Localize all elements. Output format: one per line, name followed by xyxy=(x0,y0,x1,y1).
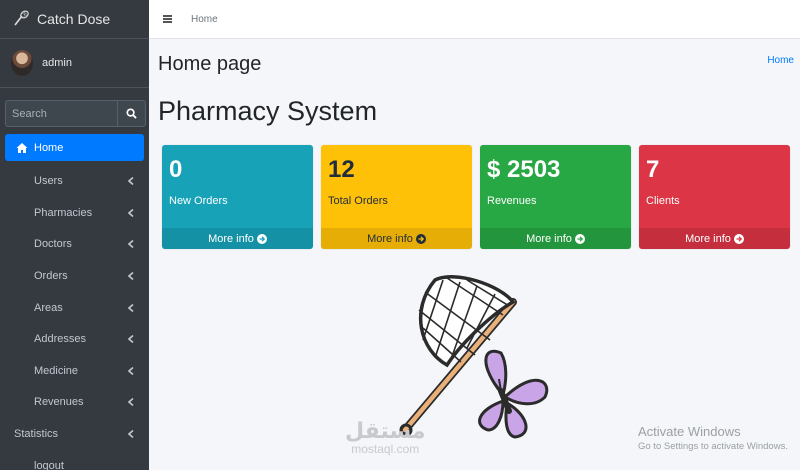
sidebar-item-label: logout xyxy=(34,459,64,470)
sidebar: Catch Dose admin Home Users Pharmacies xyxy=(0,0,149,470)
stat-value: $ 2503 xyxy=(487,156,561,183)
breadcrumb[interactable]: Home xyxy=(767,55,794,66)
user-panel[interactable]: admin xyxy=(0,39,149,88)
arrow-circle-right-icon xyxy=(256,233,267,244)
brand[interactable]: Catch Dose xyxy=(0,0,149,39)
more-info-link[interactable]: More info xyxy=(321,228,472,249)
sidebar-item-home[interactable]: Home xyxy=(5,134,144,161)
chevron-left-icon xyxy=(128,177,134,186)
sidebar-item-label: Statistics xyxy=(14,428,59,441)
sidebar-item-label: Orders xyxy=(34,270,68,283)
stat-value: 0 xyxy=(169,156,183,183)
sidebar-item-areas[interactable]: Areas xyxy=(5,292,144,324)
stat-box-total-orders: 12 Total Orders More info xyxy=(321,145,472,249)
stat-label: New Orders xyxy=(169,195,228,207)
chevron-left-icon xyxy=(128,240,134,249)
more-info-label: More info xyxy=(526,232,572,245)
more-info-label: More info xyxy=(367,232,413,245)
sidebar-item-logout[interactable]: logout xyxy=(5,450,144,470)
sidebar-item-orders[interactable]: Orders xyxy=(5,260,144,292)
brand-logo-icon xyxy=(14,10,29,26)
more-info-link[interactable]: More info xyxy=(639,228,790,249)
user-name: admin xyxy=(42,57,72,69)
sidebar-item-revenues[interactable]: Revenues xyxy=(5,387,144,419)
watermark-latin: mostaql.com xyxy=(351,442,420,456)
more-info-link[interactable]: More info xyxy=(480,228,631,249)
chevron-left-icon xyxy=(128,303,134,312)
sidebar-item-label: Revenues xyxy=(34,396,84,409)
sidebar-nav: Home Users Pharmacies Doctors Orders Are… xyxy=(5,134,144,470)
sidebar-item-label: Pharmacies xyxy=(34,206,93,219)
chevron-left-icon xyxy=(128,430,134,439)
sidebar-item-label: Home xyxy=(34,141,64,154)
stat-label: Revenues xyxy=(487,195,537,207)
stat-box-revenues: $ 2503 Revenues More info xyxy=(480,145,631,249)
stat-value: 12 xyxy=(328,156,355,183)
hamburger-icon[interactable] xyxy=(163,15,172,23)
sidebar-item-label: Areas xyxy=(34,301,63,314)
chevron-left-icon xyxy=(128,272,134,281)
home-icon xyxy=(16,142,28,153)
chevron-left-icon xyxy=(128,366,134,375)
more-info-label: More info xyxy=(208,232,254,245)
arrow-circle-right-icon xyxy=(574,233,585,244)
sidebar-item-label: Medicine xyxy=(34,364,79,377)
brand-name: Catch Dose xyxy=(37,11,111,27)
stat-box-new-orders: 0 New Orders More info xyxy=(162,145,313,249)
sidebar-item-label: Doctors xyxy=(34,238,72,251)
sidebar-item-statistics[interactable]: Statistics xyxy=(5,418,144,450)
search-icon xyxy=(126,108,137,119)
arrow-circle-right-icon xyxy=(415,233,426,244)
sidebar-item-users[interactable]: Users xyxy=(5,166,144,198)
search-input[interactable] xyxy=(5,100,117,127)
page-title: Home page xyxy=(158,53,262,75)
chevron-left-icon xyxy=(128,208,134,217)
watermark-subtitle: Go to Settings to activate Windows. xyxy=(638,441,788,452)
avatar xyxy=(11,50,33,76)
arrow-circle-right-icon xyxy=(733,233,744,244)
more-info-label: More info xyxy=(685,232,731,245)
sidebar-search xyxy=(5,100,146,127)
stat-label: Total Orders xyxy=(328,195,388,207)
sidebar-item-addresses[interactable]: Addresses xyxy=(5,323,144,355)
sidebar-item-pharmacies[interactable]: Pharmacies xyxy=(5,197,144,229)
watermark-title: Activate Windows xyxy=(638,424,741,439)
sidebar-item-label: Addresses xyxy=(34,333,86,346)
chevron-left-icon xyxy=(128,335,134,344)
stat-label: Clients xyxy=(646,195,680,207)
stat-box-clients: 7 Clients More info xyxy=(639,145,790,249)
sidebar-item-doctors[interactable]: Doctors xyxy=(5,229,144,261)
more-info-link[interactable]: More info xyxy=(162,228,313,249)
sidebar-item-medicine[interactable]: Medicine xyxy=(5,355,144,387)
stat-value: 7 xyxy=(646,156,660,183)
chevron-left-icon xyxy=(128,398,134,407)
sidebar-item-label: Users xyxy=(34,175,63,188)
top-navbar: Home xyxy=(149,0,800,39)
section-heading: Pharmacy System xyxy=(158,96,378,126)
watermark-arabic: مستقل xyxy=(345,418,426,443)
site-watermark: مستقل mostaql.com xyxy=(345,418,425,456)
activate-windows-watermark: Activate Windows Go to Settings to activ… xyxy=(638,424,788,452)
search-button[interactable] xyxy=(117,100,146,127)
topbar-home-link[interactable]: Home xyxy=(191,14,218,25)
